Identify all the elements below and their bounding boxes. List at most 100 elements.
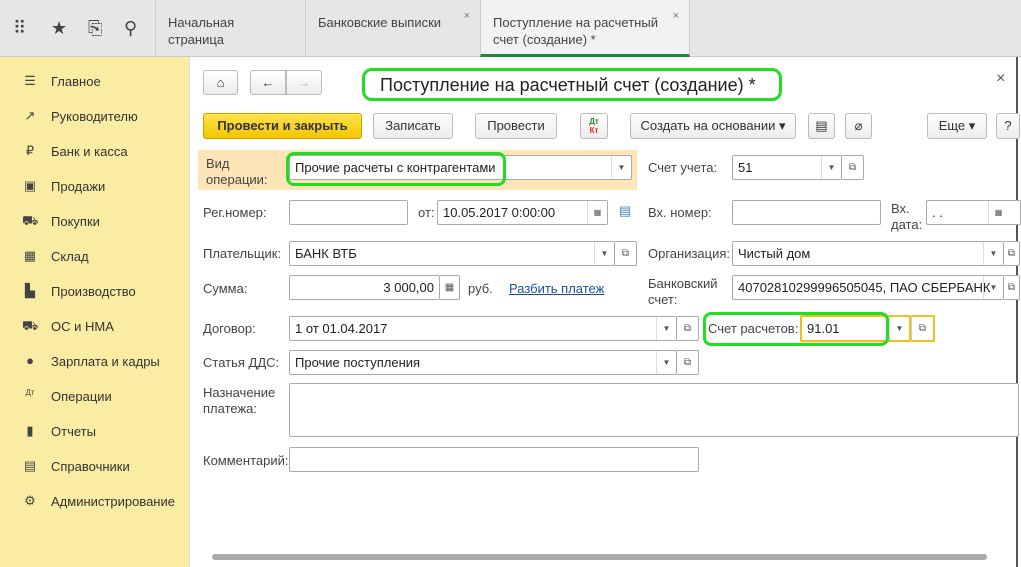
open-icon[interactable]: ⧉ — [677, 350, 699, 375]
sidebar-item-label: Отчеты — [51, 424, 96, 439]
home-button[interactable]: ⌂ — [203, 70, 238, 95]
open-icon[interactable]: ⧉ — [911, 315, 935, 342]
ruble-icon: ₽ — [25, 143, 35, 158]
purpose-textarea[interactable] — [289, 383, 1019, 437]
account-select[interactable]: 51 ▼ — [732, 155, 842, 180]
save-button[interactable]: Записать — [373, 113, 453, 139]
open-icon[interactable]: ⧉ — [842, 155, 864, 180]
calculator-icon[interactable]: ▦ — [440, 275, 460, 300]
chevron-down-icon[interactable]: ▼ — [656, 351, 676, 374]
tab-home[interactable]: Начальная страница — [155, 0, 305, 57]
in-num-label: Вх. номер: — [648, 205, 712, 220]
history-icon[interactable]: ⎘ — [88, 18, 102, 39]
scrollbar-thumb[interactable] — [212, 554, 987, 560]
sidebar-item[interactable]: ● Зарплата и кадры — [0, 351, 190, 375]
create-based-on-button[interactable]: Создать на основании ▾ — [630, 113, 796, 139]
dt-kt-button[interactable]: Дт Кт — [580, 113, 608, 139]
forward-button[interactable]: → — [286, 70, 322, 95]
reg-input[interactable] — [289, 200, 408, 225]
close-icon[interactable]: × — [673, 8, 679, 25]
op-type-annotation — [286, 152, 506, 186]
dt-kt-icon: Дт — [25, 388, 35, 397]
attachment-icon[interactable]: ⌀ — [845, 113, 872, 139]
chevron-down-icon[interactable]: ▼ — [889, 317, 909, 340]
chevron-down-icon[interactable]: ▼ — [983, 242, 1003, 265]
dds-value: Прочие поступления — [295, 355, 421, 370]
open-icon[interactable]: ⧉ — [677, 316, 699, 341]
sidebar: ☰ Главное ↗ Руководителю ₽ Банк и касса ▣ Прода… — [0, 57, 190, 567]
sidebar-item-label: Главное — [51, 74, 101, 89]
calendar-icon[interactable]: ▦ — [587, 201, 607, 224]
help-button[interactable]: ? — [996, 113, 1020, 139]
split-payment-link[interactable]: Разбить платеж — [509, 281, 604, 297]
contract-select[interactable]: 1 от 01.04.2017 ▼ — [289, 316, 677, 341]
cart-icon: ⛟ — [22, 213, 39, 228]
chevron-down-icon[interactable]: ▼ — [594, 242, 614, 265]
sidebar-item[interactable]: ↗ Руководителю — [0, 106, 190, 130]
sidebar-item[interactable]: Дт Операции — [0, 386, 190, 410]
in-date-input[interactable]: . . ▦ — [926, 200, 1021, 225]
org-select[interactable]: Чистый дом ▼ — [732, 241, 1004, 266]
tab-label: Банковские выписки — [318, 15, 442, 30]
post-button[interactable]: Провести — [475, 113, 557, 139]
date-input[interactable]: 10.05.2017 0:00:00 ▦ — [437, 200, 608, 225]
star-icon[interactable]: ★ — [51, 18, 67, 39]
sidebar-item-label: Покупки — [51, 214, 100, 229]
sidebar-item-label: Администрирование — [51, 494, 175, 509]
tab-bank-statements[interactable]: Банковские выписки × — [305, 0, 480, 57]
chevron-down-icon[interactable]: ▼ — [821, 156, 841, 179]
sidebar-item[interactable]: ▤ Справочники — [0, 456, 190, 480]
horizontal-scrollbar[interactable] — [200, 553, 1015, 561]
sidebar-item[interactable]: ▙ Производство — [0, 281, 190, 305]
sidebar-item[interactable]: ▮ Отчеты — [0, 421, 190, 445]
search-icon[interactable]: ⚲ — [124, 18, 137, 39]
dds-select[interactable]: Прочие поступления ▼ — [289, 350, 677, 375]
post-and-close-button[interactable]: Провести и закрыть — [203, 113, 362, 139]
tab-current-document[interactable]: Поступление на расчетный счет (создание)… — [480, 0, 690, 57]
dds-label: Статья ДДС: — [203, 355, 280, 370]
sidebar-item[interactable]: ☰ Главное — [0, 71, 190, 95]
gear-icon: ⚙ — [24, 493, 36, 508]
apps-grid-icon[interactable]: ⠿ — [13, 18, 26, 39]
sidebar-item-label: Зарплата и кадры — [51, 354, 160, 369]
in-date-value: . . — [932, 205, 943, 220]
close-form-button[interactable]: × — [996, 70, 1005, 88]
contract-label: Договор: — [203, 321, 256, 336]
sidebar-item-label: Продажи — [51, 179, 106, 194]
close-icon[interactable]: × — [464, 8, 470, 25]
trend-icon: ↗ — [24, 108, 36, 123]
chevron-down-icon[interactable]: ▼ — [611, 156, 631, 179]
sidebar-item[interactable]: ⛟ ОС и НМА — [0, 316, 190, 340]
open-icon[interactable]: ⧉ — [615, 241, 637, 266]
chevron-down-icon[interactable]: ▼ — [656, 317, 676, 340]
tab-label: Поступление на расчетный счет (создание)… — [493, 15, 658, 47]
sidebar-item[interactable]: ₽ Банк и касса — [0, 141, 190, 165]
sidebar-item[interactable]: ⛟ Покупки — [0, 211, 190, 235]
payer-select[interactable]: БАНК ВТБ ▼ — [289, 241, 615, 266]
reg-label: Рег.номер: — [203, 205, 267, 220]
dt-label: Дт — [589, 117, 599, 126]
sum-label: Сумма: — [203, 281, 248, 296]
sidebar-item[interactable]: ▦ Склад — [0, 246, 190, 270]
in-date-label: Вх. дата: — [891, 201, 923, 232]
sidebar-item[interactable]: ▣ Продажи — [0, 176, 190, 200]
account-value: 51 — [738, 160, 753, 175]
open-icon[interactable]: ⧉ — [1004, 275, 1020, 300]
purpose-label: Назначение платежа: — [203, 385, 276, 416]
back-button[interactable]: ← — [250, 70, 286, 95]
in-num-input[interactable] — [732, 200, 881, 225]
kt-label: Кт — [589, 126, 599, 135]
sidebar-item[interactable]: ⚙ Администрирование — [0, 491, 190, 515]
chevron-down-icon[interactable]: ▼ — [983, 276, 1003, 299]
open-icon[interactable]: ⧉ — [1004, 241, 1020, 266]
book-icon: ▤ — [23, 458, 37, 473]
document-icon[interactable]: ▤ — [808, 113, 835, 139]
sum-input[interactable]: 3 000,00 — [289, 275, 440, 300]
calendar-icon[interactable]: ▦ — [988, 201, 1008, 224]
bank-account-select[interactable]: 40702810299996505045, ПАО СБЕРБАНК ▼ — [732, 275, 1004, 300]
list-icon[interactable]: ▤ — [619, 203, 631, 219]
more-button[interactable]: Еще ▾ — [927, 113, 987, 139]
contract-value: 1 от 01.04.2017 — [295, 321, 388, 336]
sidebar-item-label: Банк и касса — [51, 144, 128, 159]
comment-input[interactable] — [289, 447, 699, 472]
